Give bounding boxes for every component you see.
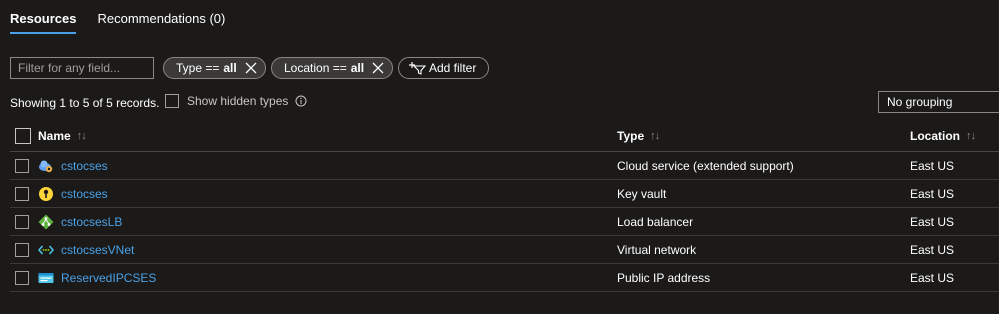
close-icon[interactable]: [372, 62, 384, 74]
table-row[interactable]: ReservedIPCSES Public IP address East US: [10, 264, 999, 292]
resource-name-link[interactable]: cstocsesLB: [61, 215, 122, 229]
row-checkbox[interactable]: [15, 186, 29, 201]
select-all-checkbox[interactable]: [15, 128, 31, 144]
add-filter-label: Add filter: [429, 61, 477, 75]
location-filter-pill[interactable]: Location == all: [271, 57, 394, 79]
close-icon[interactable]: [245, 62, 257, 74]
location-filter-field: Location ==: [284, 61, 347, 75]
column-header-location[interactable]: Location ↑↓: [910, 121, 976, 151]
cloud-service-icon: [39, 160, 53, 172]
location-cell: East US: [910, 186, 955, 201]
location-cell: East US: [910, 158, 955, 173]
name-cell: cstocses: [38, 180, 108, 207]
name-cell: cstocsesLB: [38, 208, 122, 235]
resource-name-link[interactable]: cstocsesVNet: [61, 243, 134, 257]
tab-recommendations[interactable]: Recommendations (0): [97, 0, 225, 34]
table-row[interactable]: cstocsesVNet Virtual network East US: [10, 236, 999, 264]
sort-icon[interactable]: ↑↓: [77, 130, 87, 142]
type-filter-field: Type ==: [176, 61, 220, 75]
row-checkbox-cell: [15, 264, 29, 291]
table-row[interactable]: cstocses Cloud service (extended support…: [10, 152, 999, 180]
show-hidden-label: Show hidden types: [187, 94, 289, 108]
table-row[interactable]: cstocsesLB Load balancer East US: [10, 208, 999, 236]
resource-name-link[interactable]: cstocses: [61, 187, 108, 201]
column-type-label: Type: [617, 129, 645, 143]
sort-icon[interactable]: ↑↓: [966, 130, 976, 142]
type-cell: Key vault: [617, 186, 667, 201]
row-checkbox[interactable]: [15, 242, 29, 257]
load-balancer-icon: [38, 214, 54, 229]
resources-page: Resources Recommendations (0) Type == al…: [0, 0, 999, 314]
type-filter-pill[interactable]: Type == all: [163, 57, 266, 79]
location-cell: East US: [910, 270, 955, 285]
row-checkbox-cell: [15, 152, 29, 179]
tab-resources[interactable]: Resources: [10, 0, 77, 34]
row-checkbox-cell: [15, 208, 29, 235]
records-count: Showing 1 to 5 of 5 records.: [10, 96, 160, 110]
location-filter-value: all: [350, 61, 365, 75]
row-checkbox[interactable]: [15, 270, 29, 285]
info-icon[interactable]: [295, 95, 307, 107]
name-cell: cstocsesVNet: [38, 236, 134, 263]
show-hidden-types: Show hidden types: [165, 94, 307, 108]
key-vault-icon: [39, 186, 53, 201]
header-checkbox-cell: [15, 121, 31, 151]
row-checkbox[interactable]: [15, 214, 29, 229]
resource-name-link[interactable]: cstocses: [61, 159, 108, 173]
location-cell: East US: [910, 242, 955, 257]
row-checkbox[interactable]: [15, 158, 29, 173]
type-cell: Virtual network: [617, 242, 697, 257]
virtual-network-icon: [38, 245, 54, 254]
column-header-type[interactable]: Type ↑↓: [617, 121, 660, 151]
show-hidden-checkbox[interactable]: [165, 94, 179, 108]
table-row[interactable]: cstocses Key vault East US: [10, 180, 999, 208]
resource-name-link[interactable]: ReservedIPCSES: [61, 271, 156, 285]
table-header: Name ↑↓ Type ↑↓ Location ↑↓: [10, 121, 999, 152]
column-location-label: Location: [910, 129, 960, 143]
filter-input[interactable]: [10, 57, 154, 79]
type-cell: Public IP address: [617, 270, 711, 285]
add-filter-icon: [409, 62, 426, 75]
grouping-dropdown[interactable]: No grouping: [878, 91, 999, 113]
public-ip-icon: [38, 272, 54, 283]
row-checkbox-cell: [15, 180, 29, 207]
type-cell: Load balancer: [617, 214, 694, 229]
column-name-label: Name: [38, 129, 71, 143]
column-header-name[interactable]: Name ↑↓: [38, 121, 87, 151]
sort-icon[interactable]: ↑↓: [650, 130, 660, 142]
name-cell: cstocses: [38, 152, 108, 179]
name-cell: ReservedIPCSES: [38, 264, 156, 291]
tab-bar: Resources Recommendations (0): [10, 0, 246, 34]
resources-table: Name ↑↓ Type ↑↓ Location ↑↓ cstocses Clo…: [10, 121, 999, 292]
row-checkbox-cell: [15, 236, 29, 263]
type-filter-value: all: [223, 61, 237, 75]
add-filter-button[interactable]: Add filter: [398, 57, 490, 79]
location-cell: East US: [910, 214, 955, 229]
type-cell: Cloud service (extended support): [617, 158, 794, 173]
